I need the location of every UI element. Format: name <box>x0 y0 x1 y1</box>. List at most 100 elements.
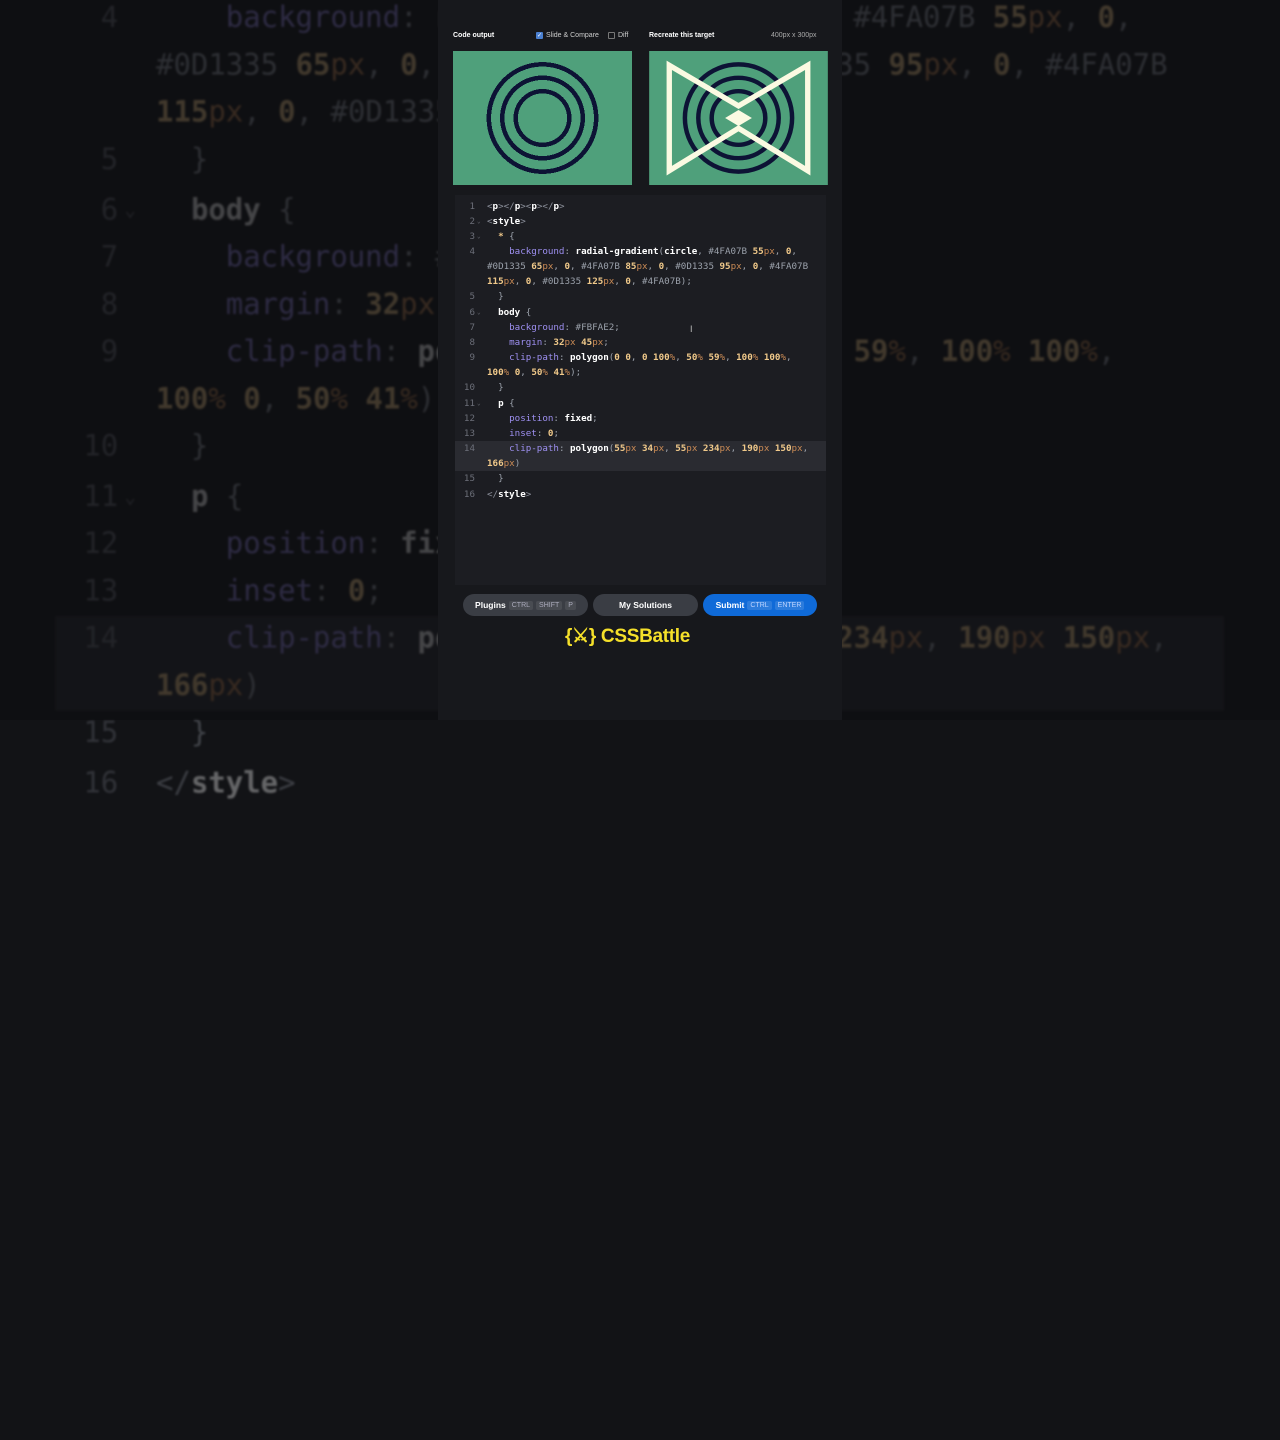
code-token: polygon <box>570 443 609 455</box>
checkbox-checked-icon[interactable]: ✓ <box>536 31 543 39</box>
my-solutions-button[interactable]: My Solutions <box>593 594 698 616</box>
code-token: 50 <box>686 352 698 364</box>
code-output-preview[interactable] <box>453 51 632 185</box>
code-token: > <box>525 488 532 500</box>
code-token: fixed <box>564 412 593 424</box>
code-token: 32 <box>553 336 565 348</box>
code-text: 166px) <box>487 456 520 471</box>
code-token: ; <box>592 412 598 424</box>
code-token: 190 <box>741 443 759 455</box>
code-token: , <box>531 276 543 288</box>
code-token: { <box>503 397 515 409</box>
code-token: > <box>278 765 296 801</box>
code-token: 55 <box>752 245 764 257</box>
code-token: } <box>487 291 504 303</box>
code-line[interactable]: 15 } <box>455 471 826 486</box>
code-token: , <box>725 352 737 364</box>
code-token: : <box>536 427 548 439</box>
submit-button[interactable]: Submit CTRL ENTER <box>703 594 817 616</box>
code-token: , <box>630 352 642 364</box>
code-token: 0 100 <box>641 352 670 364</box>
code-token: #0D1335 <box>542 276 587 288</box>
diff-toggle[interactable]: Diff <box>608 27 628 43</box>
text-cursor-icon: I <box>690 324 693 334</box>
code-text: margin: 32px 45px; <box>487 335 609 350</box>
code-text: 115px, 0, #0D1335 125px, 0, #4FA07B); <box>487 274 692 289</box>
code-token: clip-path <box>509 443 559 455</box>
code-line[interactable]: 1 <p></p><p></p> <box>455 199 826 214</box>
checkbox-icon[interactable] <box>608 31 615 39</box>
code-token: } <box>487 382 504 394</box>
code-token: ; <box>603 336 609 348</box>
code-token: px <box>758 443 775 455</box>
code-token: #4FA07B <box>769 261 809 273</box>
code-line[interactable]: 14 clip-path: polygon(55px 34px, 55px 23… <box>455 441 826 457</box>
code-line[interactable]: 4 background: radial-gradient(circle, #4… <box>455 244 826 259</box>
code-line[interactable]: #0D1335 65px, 0, #4FA07B 85px, 0, #0D133… <box>455 259 826 274</box>
slide-compare-toggle[interactable]: ✓ Slide & Compare <box>536 27 599 43</box>
code-token: : <box>558 443 571 455</box>
code-token: , <box>785 352 792 364</box>
code-line[interactable]: 6 ⌄ body { <box>455 305 826 320</box>
code-token: 100 <box>736 352 753 364</box>
code-token: , <box>791 245 797 257</box>
code-token: , <box>664 443 676 455</box>
fold-chevron-icon[interactable]: ⌄ <box>477 305 481 320</box>
line-number: 15 <box>463 473 475 485</box>
code-line[interactable]: 16 </style> <box>455 487 826 502</box>
code-line[interactable]: 2 ⌄ <style> <box>455 214 826 229</box>
fold-chevron-icon[interactable]: ⌄ <box>477 229 481 244</box>
code-line[interactable]: 16 </style> <box>55 760 1224 808</box>
code-token: #4FA07B <box>581 261 626 273</box>
line-number: 6 <box>469 306 475 318</box>
code-token: , <box>802 443 809 455</box>
code-token: , <box>553 261 565 273</box>
code-token: ></ <box>536 200 554 212</box>
line-number: 14 <box>463 443 475 455</box>
code-token: style <box>498 488 526 500</box>
fold-chevron-icon[interactable]: ⌄ <box>477 396 481 411</box>
code-token: 65 <box>531 261 543 273</box>
code-line[interactable]: 9 clip-path: polygon(0 0, 0 100%, 50% 59… <box>455 350 826 365</box>
code-token: px <box>503 276 515 288</box>
code-token: , <box>697 245 709 257</box>
code-token: , <box>520 367 532 379</box>
code-token: inset <box>509 427 537 439</box>
code-token: 100 <box>487 367 504 379</box>
code-token: , <box>664 261 676 273</box>
target-size: 400px x 300px <box>771 31 817 39</box>
code-token: 55 <box>614 443 626 455</box>
code-line[interactable]: 8 margin: 32px 45px; <box>455 335 826 350</box>
code-line[interactable]: 115px, 0, #0D1335 125px, 0, #4FA07B); <box>455 274 826 289</box>
fold-chevron-icon[interactable]: ⌄ <box>477 214 481 229</box>
code-line[interactable]: 166px) <box>455 456 826 472</box>
code-text: position: fixed; <box>487 411 598 426</box>
code-token: , <box>614 276 626 288</box>
plugins-button[interactable]: Plugins CTRL SHIFT P <box>463 594 588 616</box>
code-token: 166 <box>487 458 504 470</box>
code-line[interactable]: 100% 0, 50% 41%); <box>455 365 826 380</box>
code-line[interactable]: 13 inset: 0; <box>455 426 826 441</box>
code-token: px <box>730 261 742 273</box>
line-number: 3 <box>469 230 475 242</box>
code-token: px <box>636 261 648 273</box>
code-line[interactable]: 10 } <box>455 380 826 395</box>
code-token: position <box>509 412 554 424</box>
code-line[interactable]: 12 position: fixed; <box>455 411 826 426</box>
target-preview <box>649 51 828 185</box>
code-token: background <box>509 321 565 333</box>
code-line[interactable]: 11 ⌄ p { <box>455 396 826 411</box>
code-token: ; <box>553 427 559 439</box>
code-token: body <box>498 306 521 318</box>
code-line[interactable]: 5 } <box>455 289 826 304</box>
code-line[interactable]: 7 background: #FBFAE2; <box>455 320 826 335</box>
code-token: style <box>190 765 279 801</box>
code-line[interactable]: 3 ⌄ * { <box>455 229 826 244</box>
line-number: 9 <box>469 352 475 364</box>
